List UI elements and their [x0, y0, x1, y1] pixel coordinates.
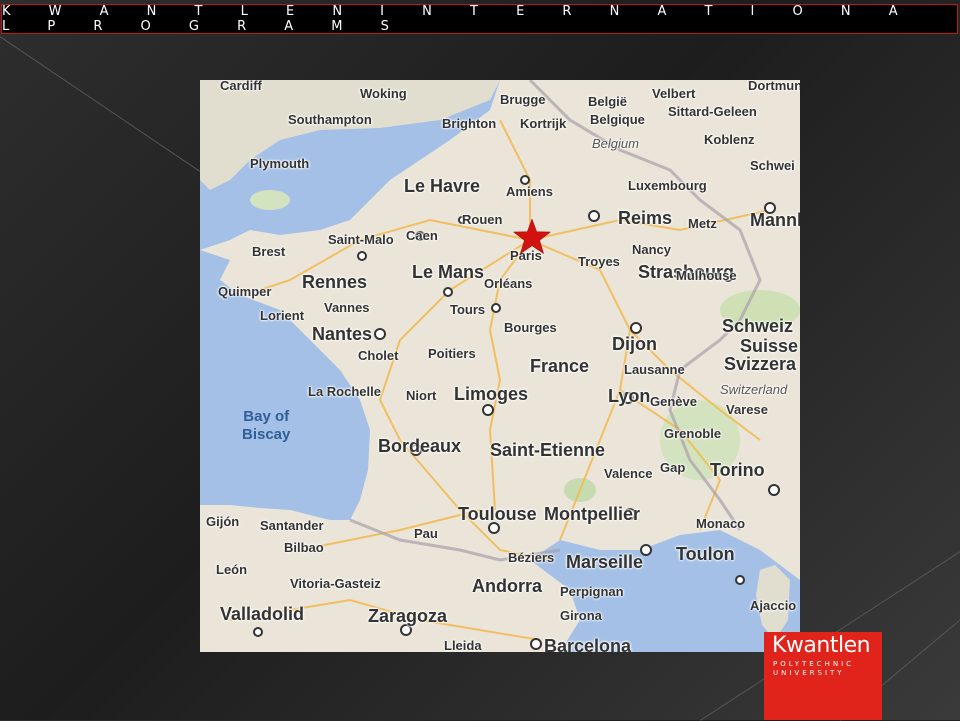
map-label: Varese [726, 402, 768, 417]
map-label: La Rochelle [308, 384, 381, 399]
map-label: Woking [360, 86, 407, 101]
map-label: Luxembourg [628, 178, 707, 193]
map-label: Le Havre [404, 176, 481, 196]
map-label: Ajaccio [750, 598, 797, 613]
map-label: Kortrijk [520, 116, 567, 131]
logo-line1: POLYTECHNIC [773, 660, 855, 668]
map-label: Tours [450, 302, 486, 317]
header-banner: K W A N T L E N I N T E R N A T I O N A … [1, 4, 958, 34]
map-label: Troyes [578, 254, 620, 269]
map-label: Béziers [508, 550, 555, 565]
star-icon [512, 218, 552, 255]
map-label: Brugge [500, 92, 546, 107]
france-map[interactable]: Cardiff Woking Brugge België Velbert Dortmund… [200, 80, 800, 652]
map-label: Switzerland [720, 382, 788, 397]
map-label: Dijon [612, 334, 657, 354]
map-label: Montpellier [544, 504, 641, 524]
map-label: Barcelona [544, 636, 632, 652]
map-label: Perpignan [560, 584, 624, 599]
map-label: France [530, 356, 590, 376]
map-label: Valladolid [220, 604, 305, 624]
map-label: Pau [414, 526, 438, 541]
map-label: Brest [252, 244, 286, 259]
map-label: België [588, 94, 628, 109]
map-label: Limoges [454, 384, 529, 404]
map-label: Toulon [676, 544, 735, 564]
map-label: Genève [650, 394, 697, 409]
map-label: Vitoria-Gasteiz [290, 576, 381, 591]
map-label: Bilbao [284, 540, 324, 555]
map-label: Mulhouse [676, 268, 737, 283]
logo-name: Kwantlen [772, 633, 871, 658]
map-label: Girona [560, 608, 602, 623]
map-label: Toulouse [458, 504, 537, 524]
map-label: Dortmund [748, 80, 800, 93]
map-label: Schweiz [722, 316, 794, 336]
map-label: Rouen [462, 212, 503, 227]
map-label: Cardiff [220, 80, 262, 93]
map-label: Lyon [608, 386, 651, 406]
map-label: Torino [710, 460, 765, 480]
header-title: K W A N T L E N I N T E R N A T I O N A … [2, 4, 915, 34]
map-label: Saint-Etienne [490, 440, 606, 460]
map-label: Bourges [504, 320, 557, 335]
map-label: Sittard-Geleen [668, 104, 757, 119]
map-label: Marseille [566, 552, 644, 572]
map-label: Andorra [472, 576, 543, 596]
map-label: Saint-Malo [328, 232, 394, 247]
map-label: Velbert [652, 86, 696, 101]
map-label: Quimper [218, 284, 272, 299]
map-label: Amiens [506, 184, 553, 199]
map-label: Nantes [312, 324, 373, 344]
map-label: Metz [688, 216, 717, 231]
map-label: Southampton [288, 112, 372, 127]
map-label: Rennes [302, 272, 368, 292]
map-label: Niort [406, 388, 437, 403]
map-label: Plymouth [250, 156, 310, 171]
map-label: Monaco [696, 516, 746, 531]
map-label: Gijón [206, 514, 240, 529]
map-label: Bordeaux [378, 436, 462, 456]
map-label: Cholet [358, 348, 399, 363]
map-label: Mannheim [750, 210, 800, 230]
map-label: Zaragoza [368, 606, 448, 626]
map-label: León [216, 562, 248, 577]
map-label: Orléans [484, 276, 533, 291]
map-label: Nancy [632, 242, 672, 257]
map-label: Gap [660, 460, 686, 475]
map-label: Lorient [260, 308, 305, 323]
map-label: Lleida [444, 638, 482, 652]
map-label: Lausanne [624, 362, 685, 377]
map-label: Belgique [590, 112, 645, 127]
map-label: Vannes [324, 300, 370, 315]
map-label: Svizzera [724, 354, 797, 374]
kwantlen-logo: Kwantlen POLYTECHNIC UNIVERSITY [764, 632, 882, 720]
map-label: Poitiers [428, 346, 476, 361]
map-label: Belgium [592, 136, 639, 151]
map-label: Brighton [442, 116, 497, 131]
map-label: Koblenz [704, 132, 755, 147]
logo-line2: UNIVERSITY [773, 669, 845, 677]
map-label: Bay of Biscay [242, 408, 291, 443]
map-label: Caen [406, 228, 438, 243]
map-label: Schwei [750, 158, 795, 173]
map-label: Valence [604, 466, 653, 481]
map-label: Reims [618, 208, 673, 228]
map-label: Grenoble [664, 426, 722, 441]
map-label: Le Mans [412, 262, 485, 282]
map-label: Santander [260, 518, 324, 533]
